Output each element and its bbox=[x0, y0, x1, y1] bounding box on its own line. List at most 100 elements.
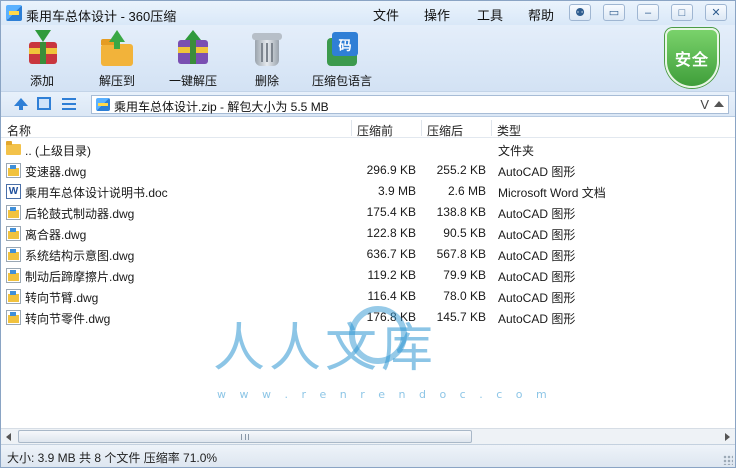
app-logo-icon bbox=[6, 5, 22, 21]
dwg-file-icon bbox=[6, 226, 21, 241]
scroll-right-icon[interactable] bbox=[725, 433, 730, 441]
menu-tools[interactable]: 工具 bbox=[477, 5, 503, 24]
dwg-file-icon bbox=[6, 289, 21, 304]
size-after: 90.5 KB bbox=[443, 226, 486, 240]
skin-icon[interactable]: ⚉ bbox=[569, 4, 591, 21]
size-after: 2.6 MB bbox=[447, 184, 486, 198]
file-type: 文件夹 bbox=[498, 144, 535, 158]
window-controls: ⚉ ▭ – □ ✕ bbox=[569, 4, 729, 22]
horizontal-scrollbar[interactable] bbox=[1, 428, 735, 444]
list-view-icon[interactable] bbox=[62, 97, 76, 110]
table-row[interactable]: 后轮鼓式制动器.dwg 175.4 KB 138.8 KB AutoCAD 图形 bbox=[1, 202, 735, 223]
add-button[interactable]: 添加 bbox=[21, 27, 63, 89]
archive-language-icon: 码 bbox=[323, 30, 361, 66]
size-before: 116.4 KB bbox=[367, 289, 416, 303]
folder-icon bbox=[6, 141, 21, 155]
archive-language-glyph: 码 bbox=[332, 32, 358, 56]
file-type: AutoCAD 图形 bbox=[498, 291, 576, 305]
go-up-button[interactable] bbox=[5, 93, 29, 115]
file-name: 制动后蹄摩擦片.dwg bbox=[25, 270, 135, 284]
delete-label: 删除 bbox=[254, 74, 279, 88]
toolbar: 添加 解压到 一键解压 删除 码 压缩包语言 安全 bbox=[1, 25, 735, 91]
size-after: 78.0 KB bbox=[443, 289, 486, 303]
extract-to-icon bbox=[98, 30, 136, 66]
file-name: 转向节零件.dwg bbox=[25, 312, 111, 326]
table-row[interactable]: 转向节零件.dwg 176.8 KB 145.7 KB AutoCAD 图形 bbox=[1, 307, 735, 328]
add-button-label: 添加 bbox=[29, 74, 54, 88]
minimize-icon[interactable]: – bbox=[637, 4, 659, 21]
menu-operate[interactable]: 操作 bbox=[424, 5, 450, 24]
column-name[interactable]: 名称 bbox=[7, 122, 31, 139]
size-after: 255.2 KB bbox=[436, 163, 486, 177]
file-name: 系统结构示意图.dwg bbox=[25, 249, 135, 263]
column-size-after[interactable]: 压缩后 bbox=[427, 122, 463, 139]
scroll-thumb[interactable] bbox=[18, 430, 472, 443]
resize-grip-icon[interactable] bbox=[723, 455, 733, 465]
table-row[interactable]: 离合器.dwg 122.8 KB 90.5 KB AutoCAD 图形 bbox=[1, 223, 735, 244]
table-row[interactable]: 转向节臂.dwg 116.4 KB 78.0 KB AutoCAD 图形 bbox=[1, 286, 735, 307]
menu-help[interactable]: 帮助 bbox=[528, 5, 554, 24]
status-bar: 大小: 3.9 MB 共 8 个文件 压缩率 71.0% bbox=[1, 444, 735, 467]
word-file-icon: W bbox=[6, 184, 21, 199]
column-size-before[interactable]: 压缩前 bbox=[357, 122, 393, 139]
delete-button[interactable]: 删除 bbox=[247, 27, 287, 89]
address-bar: 乘用车总体设计.zip - 解包大小为 5.5 MB V bbox=[1, 91, 735, 117]
file-name: 后轮鼓式制动器.dwg bbox=[25, 207, 135, 221]
table-row[interactable]: W 乘用车总体设计说明书.doc 3.9 MB 2.6 MB Microsoft… bbox=[1, 181, 735, 202]
dwg-file-icon bbox=[6, 163, 21, 178]
file-type: AutoCAD 图形 bbox=[498, 207, 576, 221]
menu-icon[interactable]: ▭ bbox=[603, 4, 625, 21]
file-rows: .. (上级目录) 文件夹 变速器.dwg 296.9 KB 255.2 KB … bbox=[1, 139, 735, 328]
dwg-file-icon bbox=[6, 268, 21, 283]
window-title: 乘用车总体设计 - 360压缩 bbox=[26, 9, 177, 24]
file-type: AutoCAD 图形 bbox=[498, 165, 576, 179]
app-window: 乘用车总体设计 - 360压缩 文件 操作 工具 帮助 ⚉ ▭ – □ ✕ 添加… bbox=[0, 0, 736, 468]
dwg-file-icon bbox=[6, 247, 21, 262]
list-header: 名称 压缩前 压缩后 类型 bbox=[1, 118, 735, 138]
file-name: 转向节臂.dwg bbox=[25, 291, 99, 305]
menu-file[interactable]: 文件 bbox=[373, 5, 399, 24]
security-shield-badge[interactable]: 安全 bbox=[665, 28, 719, 88]
grip-icon bbox=[241, 434, 249, 440]
add-archive-icon bbox=[23, 30, 61, 66]
table-row[interactable]: 变速器.dwg 296.9 KB 255.2 KB AutoCAD 图形 bbox=[1, 160, 735, 181]
table-row[interactable]: .. (上级目录) 文件夹 bbox=[1, 139, 735, 160]
table-row[interactable]: 系统结构示意图.dwg 636.7 KB 567.8 KB AutoCAD 图形 bbox=[1, 244, 735, 265]
path-up-icon[interactable] bbox=[714, 101, 724, 107]
path-dropdown-icon[interactable]: V bbox=[700, 97, 709, 112]
file-name: 乘用车总体设计说明书.doc bbox=[25, 186, 168, 200]
file-type: Microsoft Word 文档 bbox=[498, 186, 606, 200]
file-type: AutoCAD 图形 bbox=[498, 228, 576, 242]
size-before: 636.7 KB bbox=[366, 247, 416, 261]
extract-to-label: 解压到 bbox=[98, 74, 135, 88]
watermark-url: w w w . r e n r e n d o c . c o m bbox=[217, 388, 552, 401]
size-before: 3.9 MB bbox=[377, 184, 416, 198]
size-before: 175.4 KB bbox=[366, 205, 416, 219]
archive-language-label: 压缩包语言 bbox=[311, 74, 372, 88]
file-name: 变速器.dwg bbox=[25, 165, 87, 179]
title-bar[interactable]: 乘用车总体设计 - 360压缩 文件 操作 工具 帮助 ⚉ ▭ – □ ✕ bbox=[1, 1, 735, 25]
one-click-extract-icon bbox=[174, 30, 212, 66]
dwg-file-icon bbox=[6, 310, 21, 325]
one-click-extract-label: 一键解压 bbox=[168, 74, 217, 88]
column-type[interactable]: 类型 bbox=[497, 122, 521, 139]
extract-to-button[interactable]: 解压到 bbox=[95, 27, 139, 89]
one-click-extract-button[interactable]: 一键解压 bbox=[165, 27, 221, 89]
file-type: AutoCAD 图形 bbox=[498, 312, 576, 326]
file-name: 离合器.dwg bbox=[25, 228, 87, 242]
size-before: 296.9 KB bbox=[366, 163, 416, 177]
path-field[interactable]: 乘用车总体设计.zip - 解包大小为 5.5 MB V bbox=[91, 95, 729, 114]
delete-bin-icon bbox=[248, 30, 286, 66]
size-before: 176.8 KB bbox=[366, 310, 416, 324]
dwg-file-icon bbox=[6, 205, 21, 220]
scroll-left-icon[interactable] bbox=[6, 433, 11, 441]
file-type: AutoCAD 图形 bbox=[498, 249, 576, 263]
maximize-icon[interactable]: □ bbox=[671, 4, 693, 21]
size-after: 145.7 KB bbox=[436, 310, 486, 324]
close-icon[interactable]: ✕ bbox=[705, 4, 727, 21]
thumbnail-view-icon[interactable] bbox=[37, 97, 51, 110]
file-type: AutoCAD 图形 bbox=[498, 270, 576, 284]
archive-language-button[interactable]: 码 压缩包语言 bbox=[309, 27, 375, 89]
file-list[interactable]: 名称 压缩前 压缩后 类型 .. (上级目录) 文件夹 变速器.dwg 296.… bbox=[1, 118, 735, 428]
table-row[interactable]: 制动后蹄摩擦片.dwg 119.2 KB 79.9 KB AutoCAD 图形 bbox=[1, 265, 735, 286]
